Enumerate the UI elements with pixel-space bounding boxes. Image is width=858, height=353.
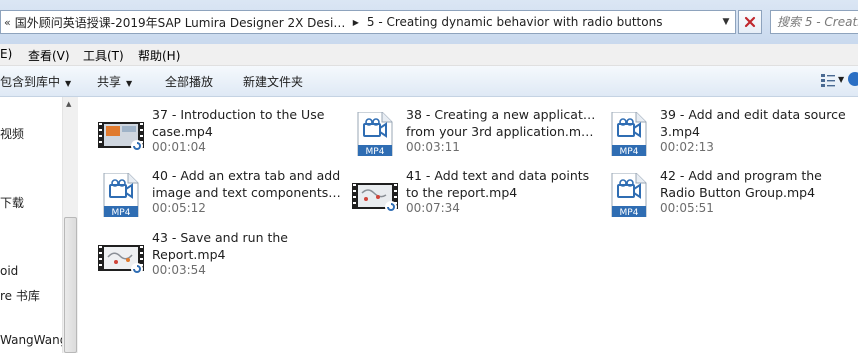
mp4-badge: MP4 <box>112 208 131 217</box>
close-icon <box>744 16 756 28</box>
share-button[interactable]: 共享 ▼ <box>97 73 132 90</box>
menu-help[interactable]: 帮助(H) <box>138 47 180 64</box>
view-options-icon[interactable] <box>820 72 836 88</box>
file-name: 38 - Creating a new application from your… <box>406 107 596 139</box>
include-in-library-label: 包含到库中 <box>0 75 61 89</box>
play-all-button[interactable]: 全部播放 <box>165 73 213 90</box>
stop-button[interactable] <box>738 10 762 34</box>
file-name: 39 - Add and edit data source 3.mp4 <box>660 107 846 139</box>
file-item[interactable]: 37 - Introduction to the Use case.mp4 00:… <box>98 106 348 158</box>
file-name: 43 - Save and run the Report.mp4 <box>152 230 288 262</box>
menu-tools[interactable]: 工具(T) <box>83 47 124 64</box>
file-item[interactable]: MP4 38 - Creating a new application from … <box>352 106 602 158</box>
nav-item-store-library[interactable]: re 书库 <box>0 287 40 304</box>
address-bar[interactable]: « 国外顾问英语授课-2019年SAP Lumira Designer 2X D… <box>0 10 736 34</box>
address-bar-area: « 国外顾问英语授课-2019年SAP Lumira Designer 2X D… <box>0 0 858 44</box>
mp4-file-icon: MP4 <box>103 173 139 217</box>
file-duration: 00:03:11 <box>406 140 460 154</box>
menu-bar: E) 查看(V) 工具(T) 帮助(H) <box>0 44 858 66</box>
video-thumbnail-icon <box>98 245 144 275</box>
breadcrumb-parent-folder[interactable]: 国外顾问英语授课-2019年SAP Lumira Designer 2X Des… <box>15 14 347 31</box>
file-duration: 00:01:04 <box>152 140 206 154</box>
mp4-badge: MP4 <box>366 147 385 156</box>
breadcrumb-separator-icon[interactable]: ▶ <box>353 18 359 27</box>
search-box[interactable] <box>770 10 858 34</box>
nav-item-videos[interactable]: 视频 <box>0 125 24 142</box>
command-bar: 包含到库中 ▼ 共享 ▼ 全部播放 新建文件夹 ▼ <box>0 66 858 97</box>
include-in-library-button[interactable]: 包含到库中 ▼ <box>0 73 71 90</box>
new-folder-button[interactable]: 新建文件夹 <box>243 73 303 90</box>
share-label: 共享 <box>97 75 122 89</box>
chevron-down-icon[interactable]: ▼ <box>838 75 844 84</box>
file-item[interactable]: MP4 39 - Add and edit data source 3.mp4 0… <box>606 106 856 158</box>
nav-scrollbar[interactable]: ▲ <box>62 97 78 353</box>
file-name: 42 - Add and program the Radio Button Gro… <box>660 168 822 200</box>
help-icon[interactable] <box>848 72 858 86</box>
file-duration: 00:05:12 <box>152 201 206 215</box>
mp4-file-icon: MP4 <box>611 112 647 156</box>
file-item[interactable]: MP4 42 - Add and program the Radio Button… <box>606 167 856 219</box>
address-history-dropdown-icon[interactable]: ▼ <box>717 11 735 33</box>
mp4-file-icon: MP4 <box>611 173 647 217</box>
chevron-down-icon: ▼ <box>126 79 133 88</box>
file-item[interactable]: MP4 40 - Add an extra tab and add image a… <box>98 167 348 219</box>
file-duration: 00:02:13 <box>660 140 714 154</box>
nav-item-wangwang[interactable]: WangWang <box>0 333 67 347</box>
video-thumbnail-icon <box>98 122 144 152</box>
nav-item-downloads[interactable]: 下载 <box>0 194 24 211</box>
file-item[interactable]: 43 - Save and run the Report.mp4 00:03:54 <box>98 229 348 281</box>
breadcrumb-current-folder[interactable]: 5 - Creating dynamic behavior with radio… <box>367 15 663 29</box>
file-duration: 00:05:51 <box>660 201 714 215</box>
menu-edit[interactable]: E) <box>0 47 12 61</box>
overflow-chevron-icon[interactable]: « <box>4 16 11 29</box>
file-name: 41 - Add text and data points to the repo… <box>406 168 590 200</box>
menu-view[interactable]: 查看(V) <box>28 47 70 64</box>
scrollbar-thumb[interactable] <box>64 217 77 353</box>
file-name: 40 - Add an extra tab and add image and t… <box>152 168 342 200</box>
search-input[interactable] <box>777 15 858 29</box>
file-item[interactable]: 41 - Add text and data points to the repo… <box>352 167 602 219</box>
file-name: 37 - Introduction to the Use case.mp4 <box>152 107 325 139</box>
mp4-badge: MP4 <box>620 147 639 156</box>
nav-item-android[interactable]: oid <box>0 264 18 278</box>
mp4-file-icon: MP4 <box>357 112 393 156</box>
scroll-up-icon[interactable]: ▲ <box>66 100 71 108</box>
video-thumbnail-icon <box>352 183 398 213</box>
chevron-down-icon: ▼ <box>65 79 72 88</box>
file-duration: 00:03:54 <box>152 263 206 277</box>
mp4-badge: MP4 <box>620 208 639 217</box>
file-duration: 00:07:34 <box>406 201 460 215</box>
